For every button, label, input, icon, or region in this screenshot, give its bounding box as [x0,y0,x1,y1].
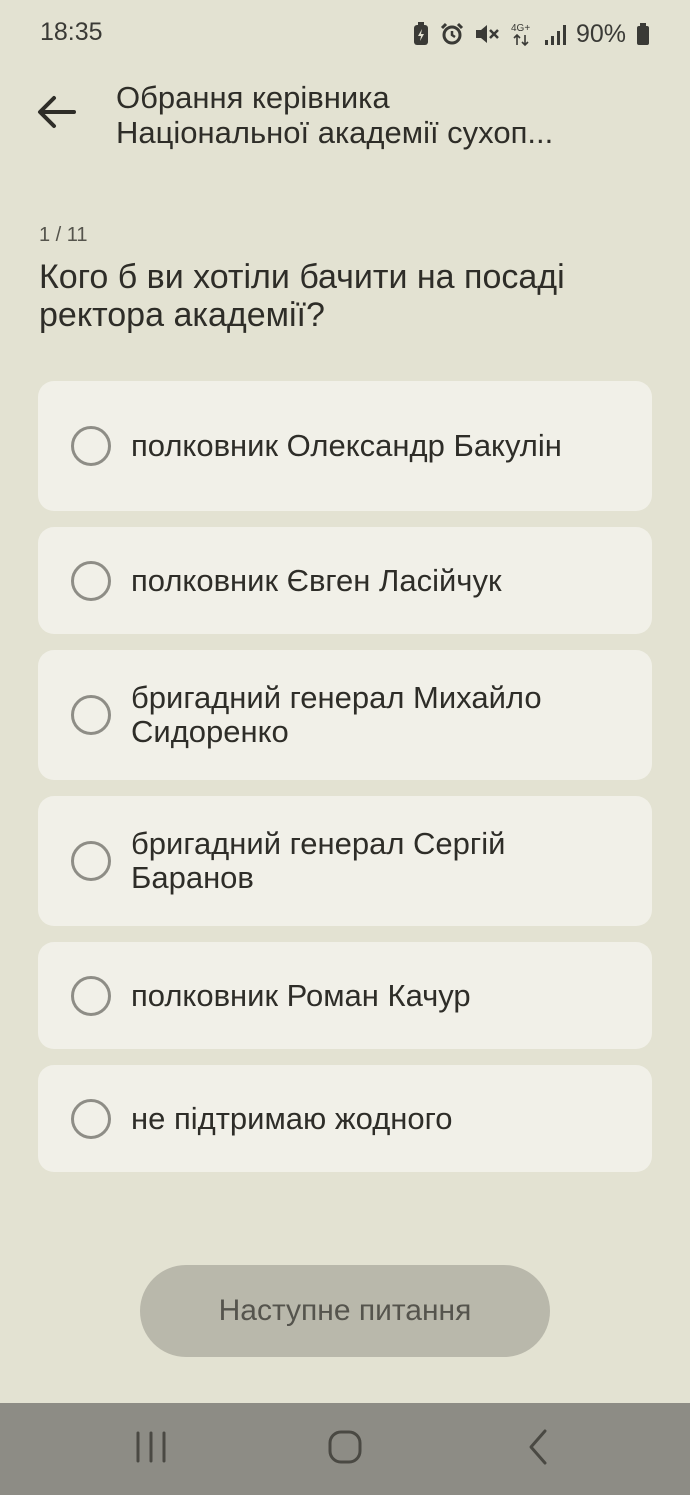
question-progress: 1 / 11 [39,224,88,246]
network-type-label: 4G+ [511,23,530,34]
battery-saver-icon [412,22,430,46]
radio-unchecked-icon[interactable] [71,695,111,735]
answer-option-label: не підтримаю жодного [131,1100,453,1136]
answer-option-1[interactable]: полковник Олександр Бакулін [38,381,652,511]
nav-home-button[interactable] [295,1403,395,1495]
signal-icon [544,23,566,45]
radio-unchecked-icon[interactable] [71,841,111,881]
answer-option-4[interactable]: бригадний генерал Сергій Баранов [38,796,652,926]
radio-unchecked-icon[interactable] [71,560,111,601]
answer-option-3[interactable]: бригадний генерал Михайло Сидоренко [38,650,652,780]
network-type-icon: 4G+ [510,21,534,47]
nav-back-button[interactable] [488,1403,588,1495]
battery-percent: 90% [575,19,626,48]
next-question-button[interactable]: Наступне питання [140,1265,550,1357]
status-bar: 18:35 4G+ 90% [0,0,690,66]
answer-option-label: бригадний генерал Михайло Сидоренко [131,680,542,749]
nav-recents-button[interactable] [101,1403,201,1495]
question-text: Кого б ви хотіли бачити на посаді ректор… [39,258,565,334]
page-title-line2: Національної академії сухоп... [116,115,554,150]
system-nav-bar [0,1403,690,1495]
answer-options: полковник Олександр Бакулін полковник Єв… [38,381,652,1188]
answer-option-label: полковник Олександр Бакулін [131,428,562,463]
radio-unchecked-icon[interactable] [71,975,111,1016]
page-title-line1: Обрання керівника [116,80,390,115]
answer-option-label: бригадний генерал Сергій Баранов [131,826,506,895]
mute-icon [474,22,500,46]
recents-icon [134,1431,168,1468]
radio-unchecked-icon[interactable] [71,1098,111,1139]
answer-option-6[interactable]: не підтримаю жодного [38,1065,652,1172]
answer-option-5[interactable]: полковник Роман Качур [38,942,652,1049]
app-header: Обрання керівника Національної академії … [0,78,690,158]
back-button[interactable] [28,86,84,142]
alarm-icon [440,22,464,46]
status-icons: 4G+ 90% [412,18,650,50]
page-title: Обрання керівника Національної академії … [116,80,656,150]
answer-option-label: полковник Євген Ласійчук [131,562,502,598]
radio-unchecked-icon[interactable] [71,426,111,466]
answer-option-2[interactable]: полковник Євген Ласійчук [38,527,652,634]
home-icon [327,1429,363,1470]
answer-option-label: полковник Роман Качур [131,977,471,1013]
status-time: 18:35 [40,18,103,46]
chevron-left-icon [526,1428,550,1471]
battery-icon [636,22,650,46]
arrow-left-icon [36,95,76,134]
